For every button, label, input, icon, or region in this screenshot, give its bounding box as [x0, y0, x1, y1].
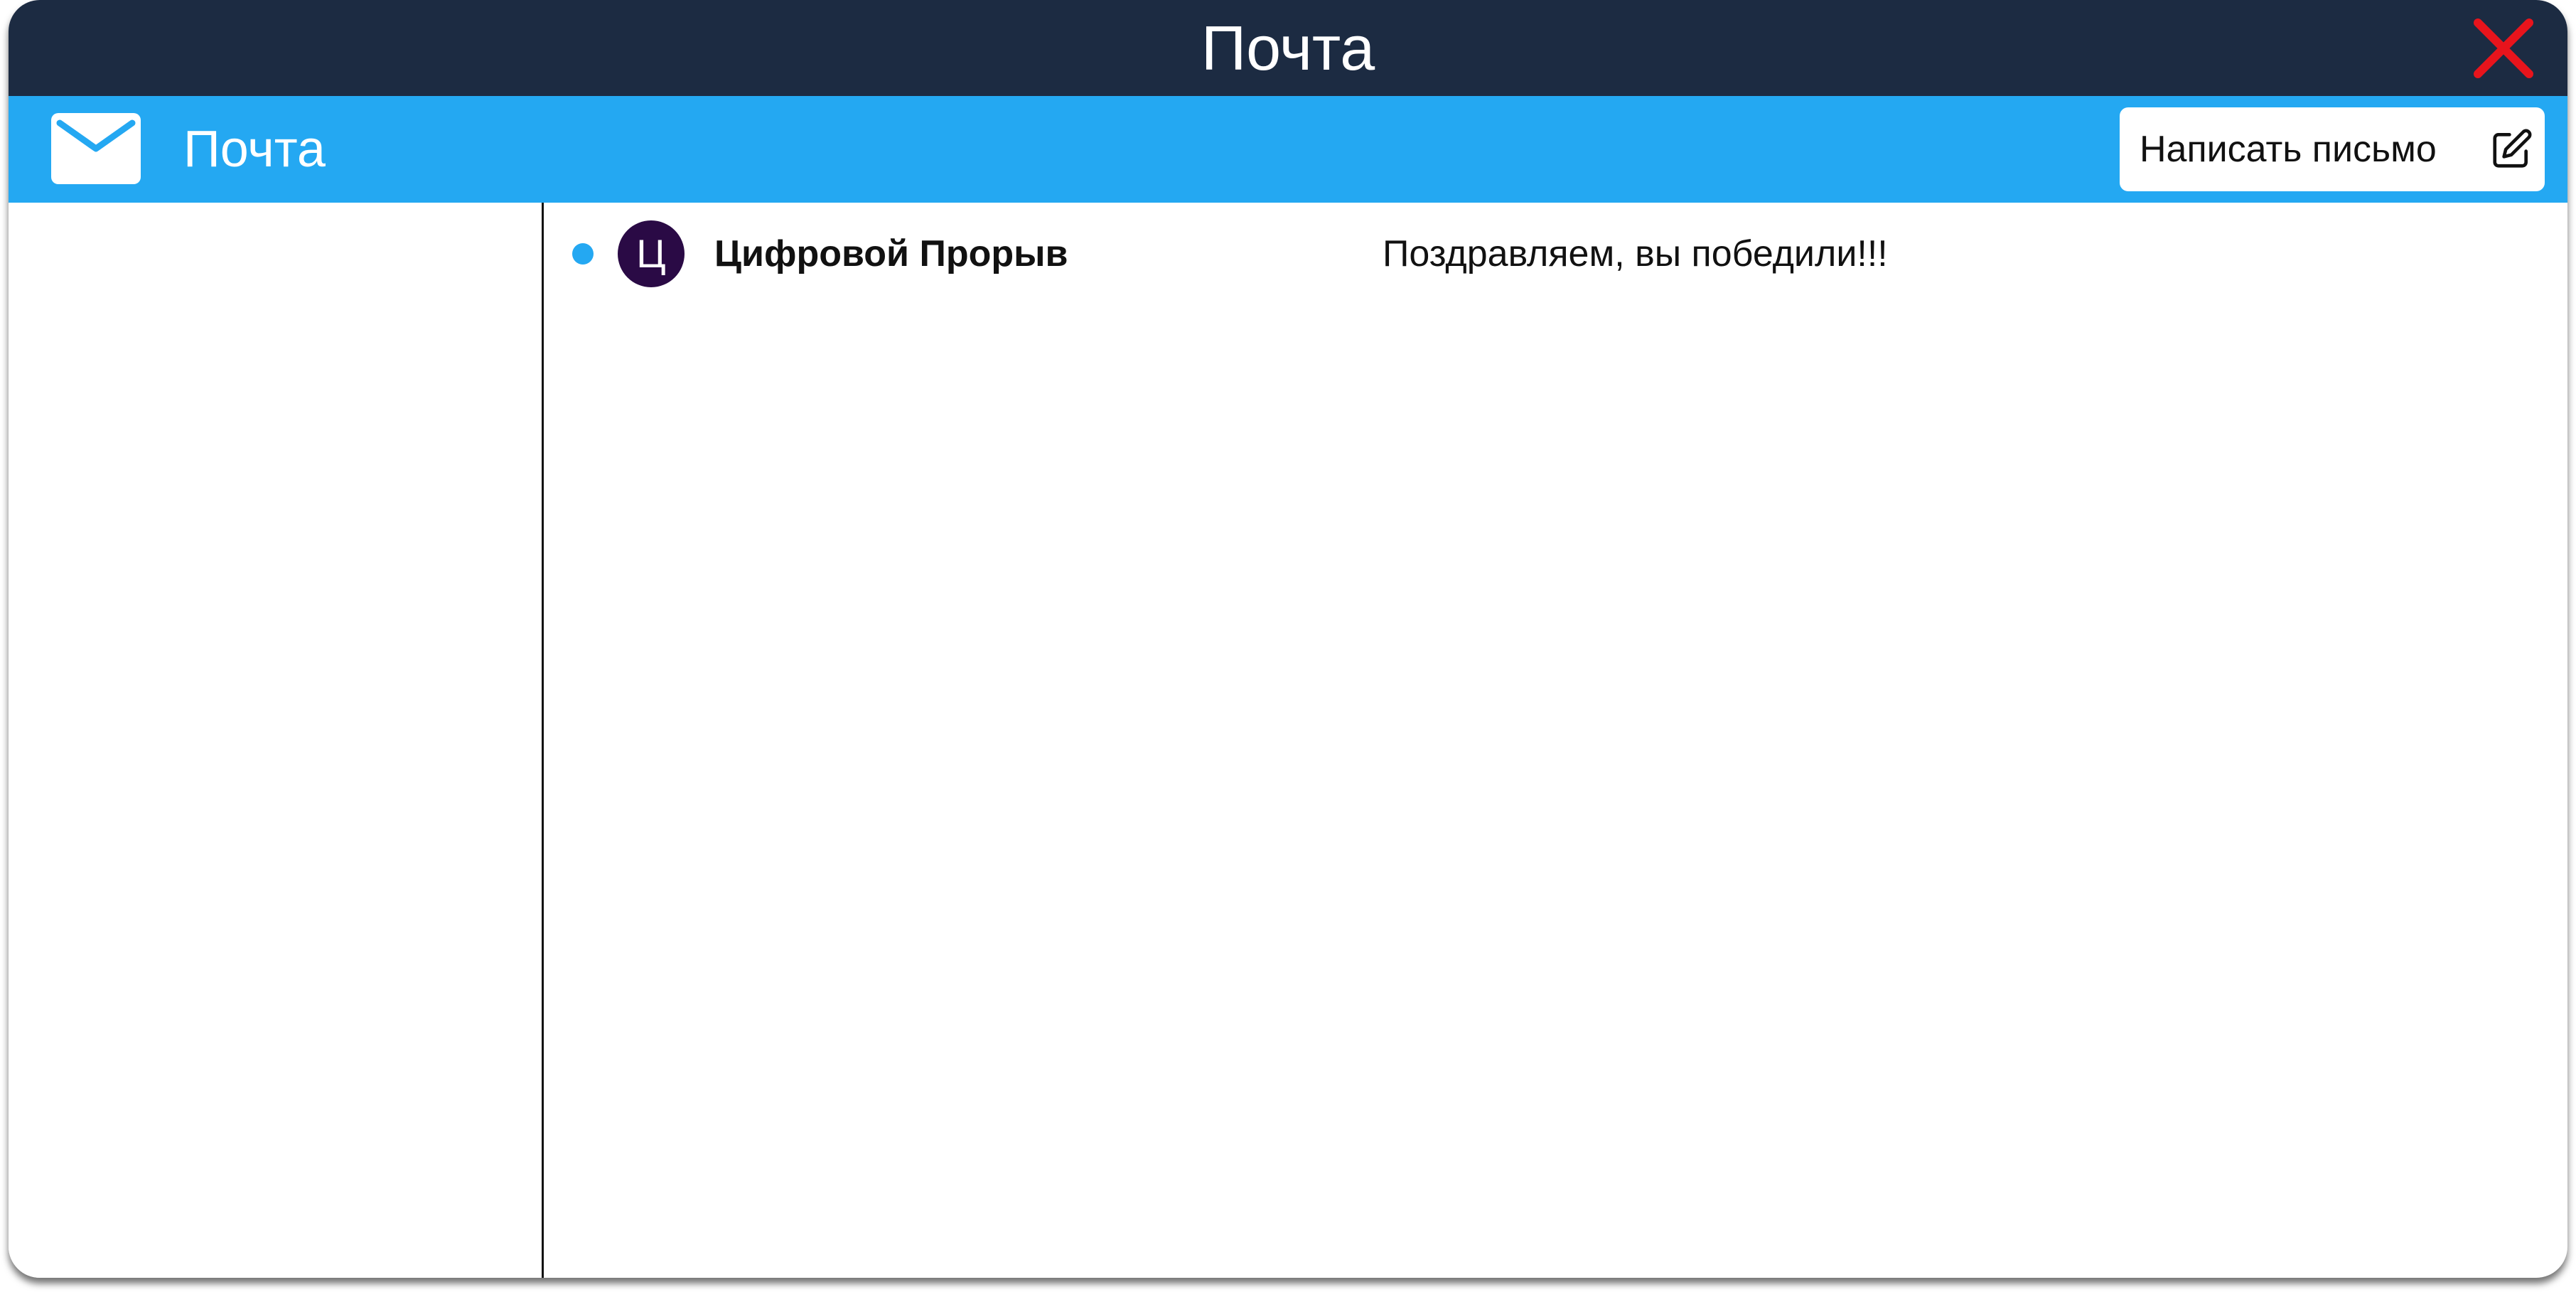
mail-subject: Поздравляем, вы победили!!! — [1383, 233, 1888, 274]
unread-indicator — [572, 243, 594, 265]
mail-window: Почта Почта Написать письмо Ц Цифровой П… — [9, 0, 2567, 1278]
close-icon — [2474, 18, 2533, 78]
app-title: Почта — [183, 121, 326, 178]
mail-list-item[interactable]: Ц Цифровой Прорыв Поздравляем, вы победи… — [544, 203, 2567, 316]
compose-button[interactable]: Написать письмо — [2120, 107, 2545, 191]
compose-button-label: Написать письмо — [2140, 129, 2437, 170]
mail-icon — [51, 113, 141, 184]
mail-list: Ц Цифровой Прорыв Поздравляем, вы победи… — [544, 203, 2567, 1278]
folder-sidebar — [9, 203, 544, 1278]
title-bar: Почта — [9, 0, 2567, 96]
window-title: Почта — [1201, 13, 1375, 83]
sender-avatar: Ц — [618, 220, 685, 287]
pencil-edit-icon — [2493, 129, 2532, 168]
mail-sender: Цифровой Прорыв — [714, 233, 1068, 274]
app-toolbar: Почта Написать письмо — [9, 96, 2567, 203]
close-button[interactable] — [2472, 17, 2535, 80]
